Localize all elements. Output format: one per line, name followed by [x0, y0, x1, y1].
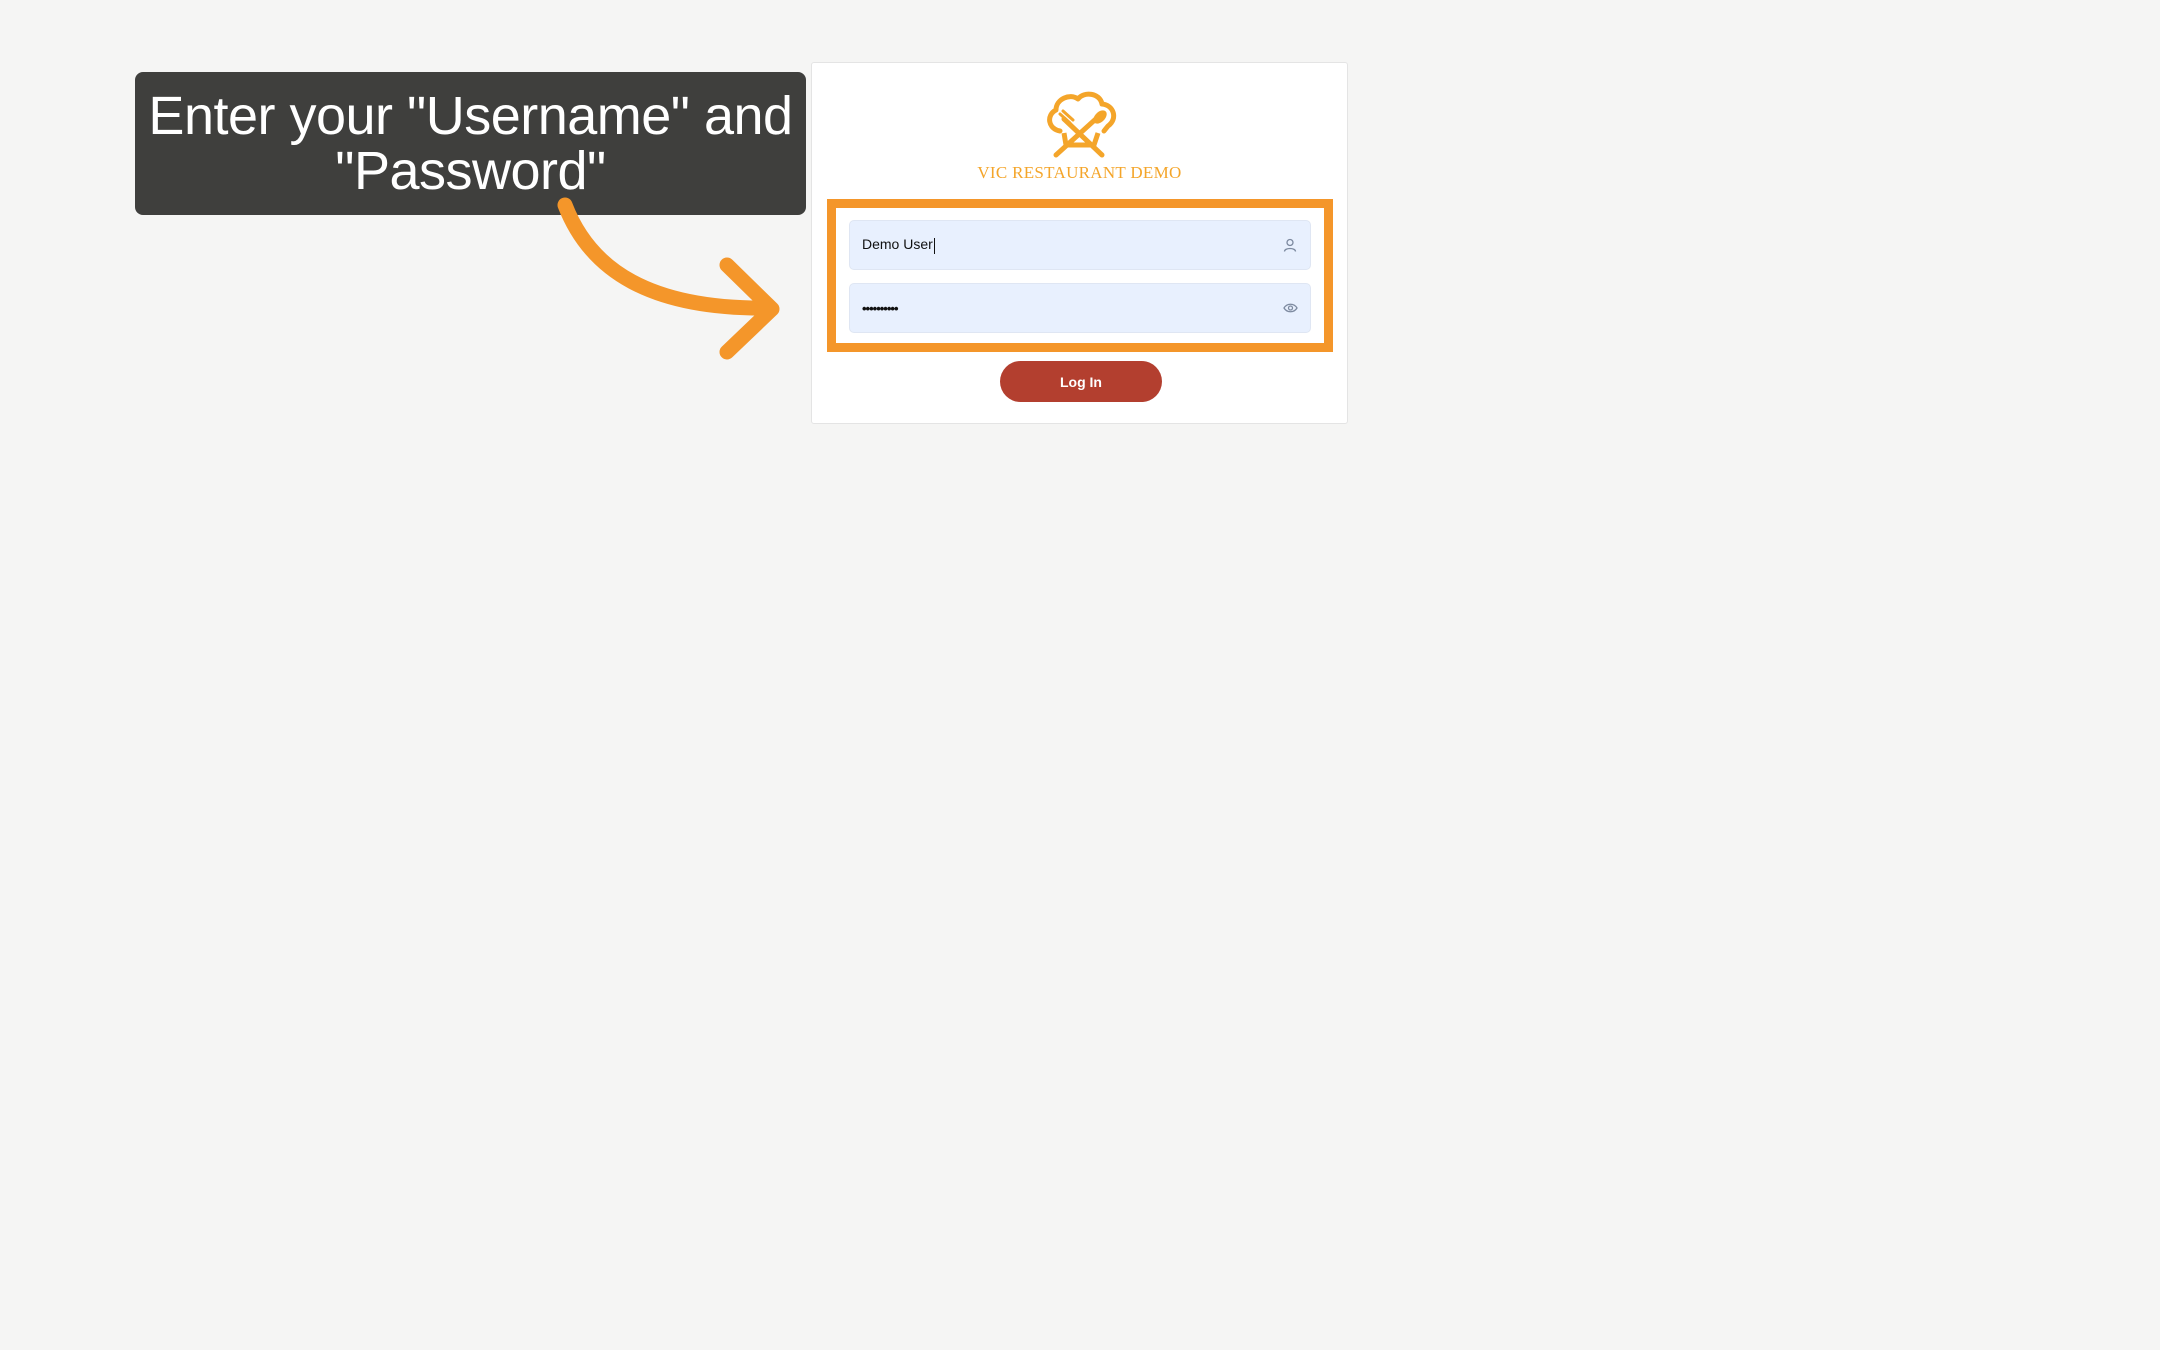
login-card: VIC RESTAURANT DEMO Demo User ••••••••••… — [811, 62, 1348, 424]
password-value: •••••••••• — [862, 300, 899, 316]
user-icon — [1282, 237, 1298, 253]
screen: VIC RESTAURANT DEMO Demo User ••••••••••… — [0, 0, 2160, 1350]
eye-icon[interactable] — [1282, 300, 1298, 316]
instruction-callout: Enter your "Username" and "Password" — [135, 72, 806, 215]
chef-hat-cutlery-logo — [1046, 91, 1116, 158]
password-field[interactable]: •••••••••• — [849, 283, 1311, 333]
login-button[interactable]: Log In — [1000, 361, 1162, 402]
text-caret — [933, 237, 935, 254]
brand-name: VIC RESTAURANT DEMO — [977, 163, 1182, 182]
brand-logo: VIC RESTAURANT DEMO — [812, 87, 1347, 183]
username-value: Demo User — [862, 236, 935, 254]
username-field[interactable]: Demo User — [849, 220, 1311, 270]
callout-text: Enter your "Username" and "Password" — [148, 85, 793, 201]
